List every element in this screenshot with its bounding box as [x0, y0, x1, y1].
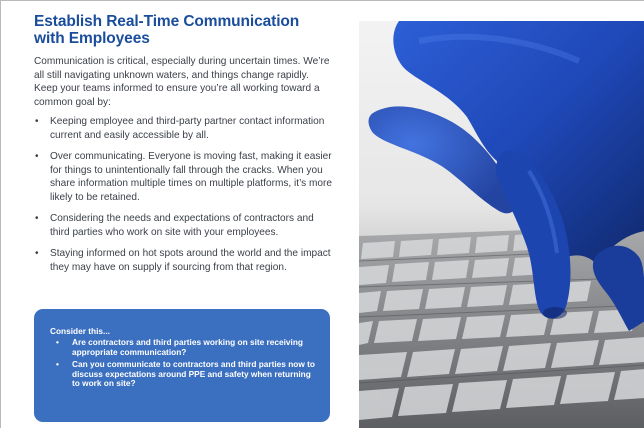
- title-line-1: Establish Real-Time Communication: [34, 13, 300, 30]
- callout-bullet-marker: •: [56, 359, 59, 370]
- bullet-text: Staying informed on hot spots around the…: [50, 248, 331, 273]
- title-line-2: with Employees: [34, 30, 150, 47]
- bullet-item: • Staying informed on hot spots around t…: [34, 247, 334, 274]
- bullet-text: Over communicating. Everyone is moving f…: [50, 151, 332, 203]
- bullet-marker: •: [35, 151, 39, 162]
- bullet-marker: •: [35, 116, 39, 127]
- text-column: Establish Real-Time Communication with E…: [34, 13, 334, 282]
- bullet-text: Considering the needs and expectations o…: [50, 213, 314, 238]
- document-page: Establish Real-Time Communication with E…: [0, 0, 644, 428]
- bullet-item: • Considering the needs and expectations…: [34, 212, 334, 239]
- callout-list: • Are contractors and third parties work…: [50, 337, 316, 389]
- page-title: Establish Real-Time Communication with E…: [34, 13, 334, 47]
- consider-this-callout: Consider this... • Are contractors and t…: [34, 309, 330, 422]
- bullet-item: • Keeping employee and third-party partn…: [34, 115, 334, 142]
- bullet-marker: •: [35, 213, 39, 224]
- photo-illustration: [359, 21, 644, 428]
- callout-bullet-marker: •: [56, 337, 59, 347]
- callout-item: • Can you communicate to contractors and…: [50, 359, 316, 389]
- callout-heading: Consider this...: [50, 326, 110, 336]
- bullet-text: Keeping employee and third-party partner…: [50, 116, 325, 141]
- gloved-hand-keyboard-photo: [359, 21, 644, 428]
- intro-paragraph: Communication is critical, especially du…: [34, 56, 330, 108]
- callout-item-text: Are contractors and third parties workin…: [72, 337, 303, 357]
- callout-item: • Are contractors and third parties work…: [50, 337, 316, 357]
- bullet-item: • Over communicating. Everyone is moving…: [34, 150, 334, 204]
- callout-item-text: Can you communicate to contractors and t…: [72, 359, 315, 389]
- bullet-list: • Keeping employee and third-party partn…: [34, 115, 334, 274]
- bullet-marker: •: [35, 248, 39, 259]
